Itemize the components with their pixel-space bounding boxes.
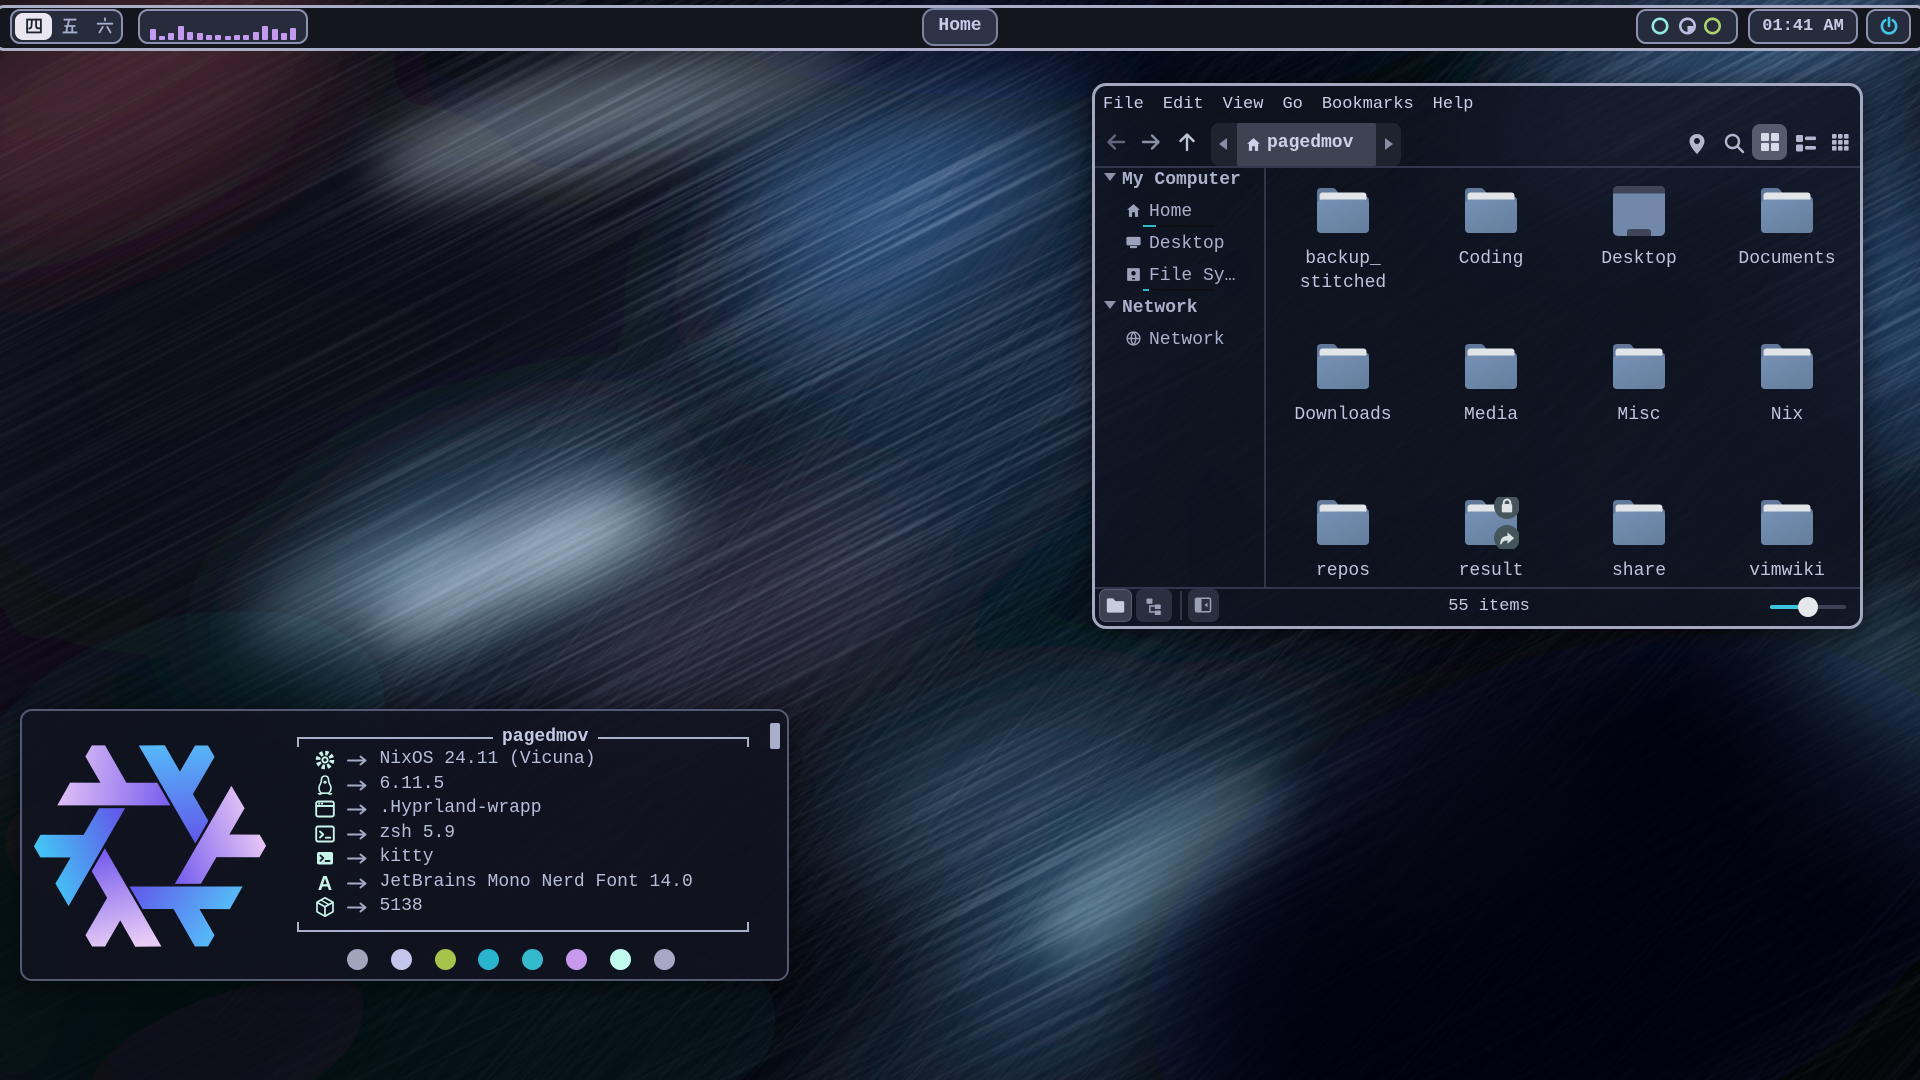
svg-text:A: A [317,873,331,895]
